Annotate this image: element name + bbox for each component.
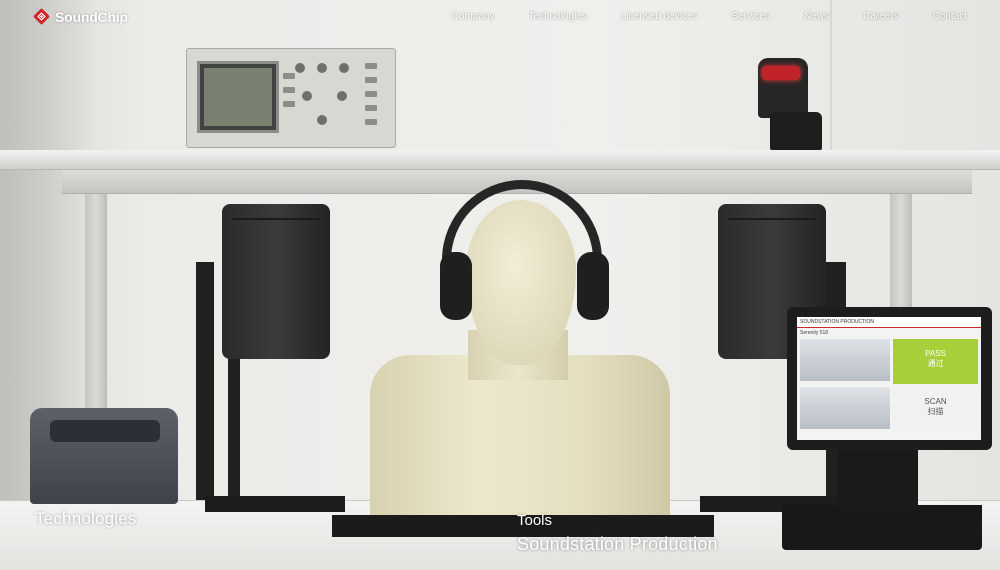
technologies-caption-link[interactable]: Technologies [35, 509, 137, 529]
knob [295, 63, 305, 73]
monitor-stand [838, 450, 918, 510]
speaker-stand [228, 350, 240, 500]
barcode-scanner [758, 58, 808, 118]
monitor-header: SOUNDSTATION PRODUCTION [797, 317, 981, 328]
nav-item-company[interactable]: Company [435, 11, 512, 22]
knob [339, 63, 349, 73]
nav-item-services[interactable]: Services [715, 11, 787, 22]
monitor-foot [782, 505, 982, 550]
scope-button [365, 77, 377, 83]
brand-name: SoundChip [55, 8, 128, 25]
oscilloscope-screen [197, 61, 279, 133]
monitor-pass-tile: PASS 通过 [893, 339, 978, 384]
monitor-scan-sub: 扫描 [927, 407, 944, 416]
scope-button [283, 101, 295, 107]
headphone-cup-left [440, 252, 472, 320]
scope-button [283, 73, 295, 79]
top-navigation: SoundChip Company Technologies Licensed … [0, 0, 1000, 38]
brand-logo-link[interactable]: SoundChip [33, 8, 128, 25]
main-menu: Company Technologies Licensed devices Se… [435, 11, 1000, 22]
nav-item-careers[interactable]: Careers [846, 11, 916, 22]
hero-category-tag: Tools [517, 512, 553, 529]
monitor-head-image [800, 339, 890, 381]
shelf [0, 150, 1000, 170]
speaker-left [222, 204, 330, 359]
touch-monitor: SOUNDSTATION PRODUCTION Serenity 518 PAS… [787, 307, 992, 450]
monitor-device-label: Serenity 518 [800, 330, 829, 336]
soundchip-logo-icon [33, 8, 50, 25]
nav-item-news[interactable]: News [787, 11, 846, 22]
monitor-head-image [800, 387, 890, 429]
monitor-scan-tile: SCAN 扫描 [893, 387, 978, 432]
scope-button [365, 91, 377, 97]
mount-arm [205, 496, 345, 512]
hero-background-photo: SOUNDSTATION PRODUCTION Serenity 518 PAS… [0, 0, 1000, 570]
test-mannequin-torso [370, 355, 670, 525]
monitor-scan-label: SCAN [924, 397, 947, 406]
oscilloscope [186, 48, 396, 148]
barcode-scanner-base [770, 112, 822, 150]
label-printer [30, 408, 178, 504]
speaker-stand [196, 262, 214, 512]
knob [337, 91, 347, 101]
knob [302, 91, 312, 101]
scope-button [283, 87, 295, 93]
nav-item-licensed-devices[interactable]: Licensed devices [604, 11, 715, 22]
knob [317, 63, 327, 73]
hero-title-link[interactable]: Soundstation Production [517, 534, 718, 555]
scope-button [365, 105, 377, 111]
monitor-pass-label: PASS [925, 349, 946, 358]
monitor-screen: SOUNDSTATION PRODUCTION Serenity 518 PAS… [797, 317, 981, 440]
scope-button [365, 63, 377, 69]
nav-item-contact[interactable]: Contact [916, 11, 1000, 22]
nav-item-technologies[interactable]: Technologies [511, 11, 603, 22]
scope-button [365, 119, 377, 125]
monitor-pass-sub: 通过 [927, 359, 944, 368]
headphone-cup-right [577, 252, 609, 320]
knob [317, 115, 327, 125]
